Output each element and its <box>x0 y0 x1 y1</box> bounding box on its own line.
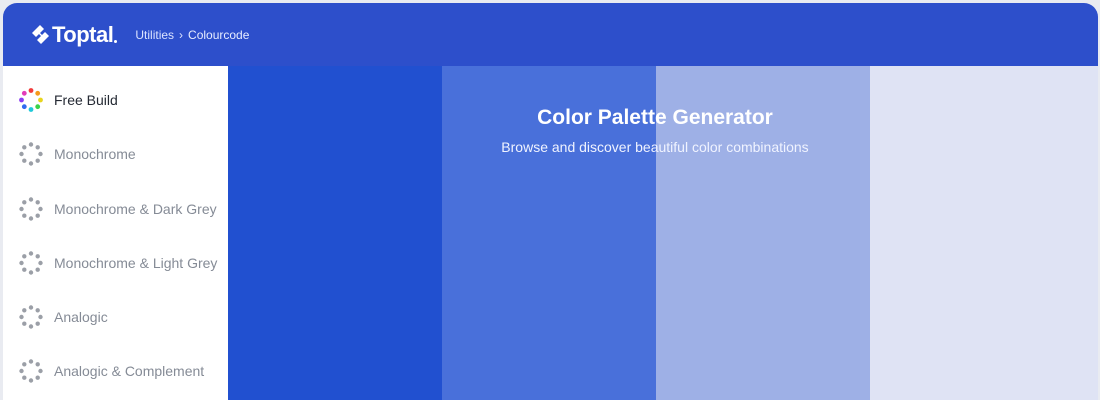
dots-circle-icon <box>19 197 43 221</box>
color-swatch-4[interactable] <box>870 66 1098 400</box>
sidebar-item-analogic[interactable]: Analogic <box>18 302 108 332</box>
sidebar-item-label: Analogic & Complement <box>54 363 205 379</box>
brand-name: Toptal <box>52 21 114 47</box>
color-wheel-icon <box>19 88 43 112</box>
sidebar-item-label: Analogic <box>54 309 108 325</box>
dots-circle-icon <box>19 142 43 166</box>
sidebar-item-label: Monochrome & Dark Grey <box>54 201 217 217</box>
sidebar-item-label: Monochrome <box>54 146 136 162</box>
color-swatch-3[interactable] <box>656 66 870 400</box>
color-swatch-1[interactable] <box>228 66 442 400</box>
breadcrumb-separator-icon: › <box>179 27 184 42</box>
color-swatch-2[interactable] <box>442 66 656 400</box>
color-palette <box>228 66 1098 400</box>
logo-dot <box>114 40 118 43</box>
sidebar-item-free-build[interactable]: Free Build <box>18 85 118 115</box>
top-navigation-bar: Toptal Utilities › Colourcode <box>3 3 1098 66</box>
dots-circle-icon <box>19 305 43 329</box>
sidebar-item-monochrome[interactable]: Monochrome <box>18 139 136 169</box>
palette-mode-sidebar: Free Build Monochrome Monochrome & Dark … <box>3 66 228 400</box>
sidebar-item-label: Monochrome & Light Grey <box>54 255 218 271</box>
sidebar-item-monochrome-dark-grey[interactable]: Monochrome & Dark Grey <box>18 194 217 224</box>
sidebar-item-monochrome-light-grey[interactable]: Monochrome & Light Grey <box>18 248 217 278</box>
sidebar-item-label: Free Build <box>54 92 118 108</box>
app-window: Toptal Utilities › Colourcode Free Build <box>3 3 1098 400</box>
toptal-logo-icon <box>32 24 49 44</box>
toptal-logo[interactable]: Toptal <box>28 21 118 48</box>
sidebar-item-analogic-complement[interactable]: Analogic & Complement <box>18 356 204 386</box>
breadcrumb-current[interactable]: Colourcode <box>188 28 249 42</box>
dots-circle-icon <box>19 251 43 275</box>
breadcrumb-utilities-link[interactable]: Utilities <box>135 28 174 42</box>
dots-circle-icon <box>19 359 43 383</box>
breadcrumb: Utilities › Colourcode <box>135 28 249 42</box>
